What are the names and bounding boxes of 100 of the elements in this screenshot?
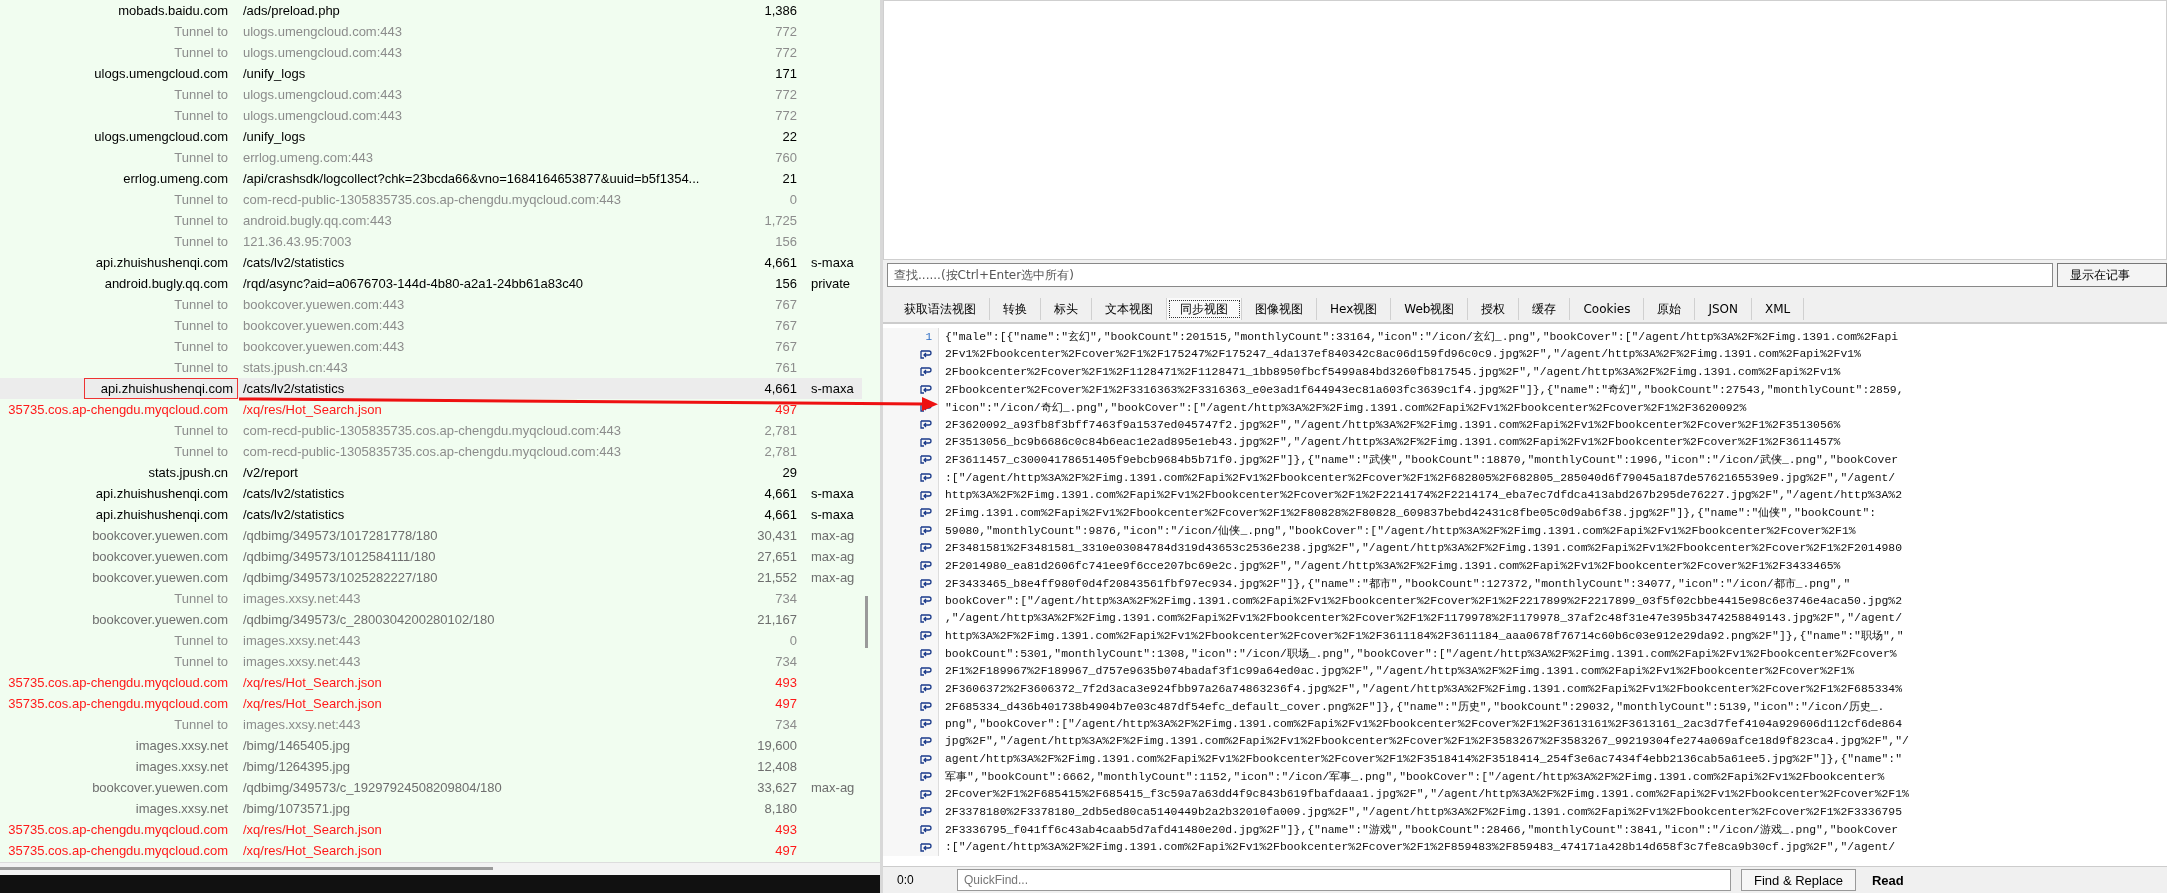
session-row[interactable]: Tunnel to images.xxsy.net:443 734	[0, 588, 862, 609]
session-row[interactable]: ulogs.umengcloud.com /unify_logs 22	[0, 126, 862, 147]
url-cell-text: ulogs.umengcloud.com:443	[243, 87, 403, 102]
caching-cell: s-maxa	[811, 507, 854, 522]
session-row[interactable]: api.zhuishushenqi.com /cats/lv2/statistics 4,661 s-maxa	[0, 483, 862, 504]
host-cell: bookcover.yuewen.com	[92, 612, 228, 627]
size-cell-text: 1,725	[763, 213, 797, 228]
line-wrap-icon	[920, 788, 932, 800]
session-row[interactable]: api.zhuishushenqi.com /cats/lv2/statistics 4,661 s-maxa	[0, 252, 862, 273]
session-row[interactable]: Tunnel to com-recd-public-1305835735.cos.ap-chengdu.myqcloud.com:443 2,781	[0, 420, 862, 441]
host-cell: images.xxsy.net	[135, 759, 228, 774]
line-wrap-icon	[920, 612, 932, 624]
size-cell-text: 760	[774, 150, 797, 165]
session-row[interactable]: bookcover.yuewen.com /qdbimg/349573/c_2800304200280102/180 21,167	[0, 609, 862, 630]
session-row[interactable]: ulogs.umengcloud.com /unify_logs 171	[0, 63, 862, 84]
size-cell-text: 8,180	[763, 801, 797, 816]
code-line: 2F3611457_c30004178651405f9ebcb9684b5b71f0.jpg%2F"]},{"name":"武侠","bookCount":18870,"monthlyCount":1996,"icon":"/icon/武侠_.png","bookCover	[944, 453, 1899, 468]
size-cell-text: 33,627	[756, 780, 797, 795]
url-cell-text: /bimg/1073571.jpg	[243, 801, 351, 816]
session-row[interactable]: Tunnel to com-recd-public-1305835735.cos.ap-chengdu.myqcloud.com:443 0	[0, 189, 862, 210]
quickfind-field[interactable]: QuickFind...	[957, 869, 1731, 891]
session-row[interactable]: 35735.cos.ap-chengdu.myqcloud.com /xq/res/Hot_Search.json 493	[0, 819, 862, 840]
session-row[interactable]: mobads.baidu.com /ads/preload.php 1,386	[0, 0, 862, 21]
session-row[interactable]: Tunnel to ulogs.umengcloud.com:443 772	[0, 105, 862, 126]
code-line: http%3A%2F%2Fimg.1391.com%2Fapi%2Fv1%2Fbookcenter%2Fcover%2F1%2F2214174%2F2214174_eba7ec7dfdca413abd267b295de76227.jpg%2F","/agent/http%3A%2	[944, 489, 1902, 502]
session-row[interactable]: android.bugly.qq.com /rqd/async?aid=a0676703-144d-4b80-a2a1-24bb61a83c40 156 private	[0, 273, 862, 294]
code-line: {"male":[{"name":"玄幻","bookCount":201515,"monthlyCount":33164,"icon":"/icon/玄幻_.png","bookCover":["/agent/http%3A%2F%2Fimg.1391.com%2Fapi	[944, 330, 1899, 345]
session-row[interactable]: 35735.cos.ap-chengdu.myqcloud.com /xq/res/Hot_Search.json 497	[0, 399, 862, 420]
line-wrap-icon	[920, 436, 932, 448]
scrollbar[interactable]	[865, 596, 868, 648]
size-cell-text: 27,651	[756, 549, 797, 564]
session-row[interactable]: 35735.cos.ap-chengdu.myqcloud.com /xq/res/Hot_Search.json 497	[0, 840, 862, 861]
session-row[interactable]: errlog.umeng.com /api/crashsdk/logcollect?chk=23bcda66&vno=1684164653877&uuid=b5f1354... 21	[0, 168, 862, 189]
url-cell-text: /qdbimg/349573/1025282227/180	[243, 570, 439, 585]
code-line: 2Fbookcenter%2Fcover%2F1%2F3316363%2F3316363_e0e3ad1f644943ec81a603fc3639c1f4.jpg%2F"]},{"name":"奇幻","bookCount":27543,"monthlyCount":2859,	[944, 383, 1904, 398]
session-row[interactable]: 35735.cos.ap-chengdu.myqcloud.com /xq/res/Hot_Search.json 493	[0, 672, 862, 693]
session-row[interactable]: Tunnel to 121.36.43.95:7003 156	[0, 231, 862, 252]
session-row[interactable]: Tunnel to android.bugly.qq.com:443 1,725	[0, 210, 862, 231]
find-replace-button[interactable]: Find & Replace	[1741, 869, 1856, 891]
session-row[interactable]: Tunnel to images.xxsy.net:443 734	[0, 714, 862, 735]
host-cell: Tunnel to	[174, 318, 228, 333]
session-row[interactable]: bookcover.yuewen.com /qdbimg/349573/c_19297924508209804/180 33,627 max-ag	[0, 777, 862, 798]
code-line: jpg%2F","/agent/http%3A%2F%2Fimg.1391.com%2Fapi%2Fv1%2Fbookcenter%2Fcover%2F1%2F3583267%2F3583267_99219304fe274a069afce18d9f823ca4.jpg%2F","/	[944, 735, 1909, 748]
notepad-button[interactable]: 显示在记事	[2057, 263, 2167, 287]
session-row[interactable]: Tunnel to errlog.umeng.com:443 760	[0, 147, 862, 168]
size-cell-text: 21,552	[756, 570, 797, 585]
line-wrap-icon	[920, 472, 932, 484]
line-wrap-icon	[920, 648, 932, 659]
session-row[interactable]: images.xxsy.net /bimg/1073571.jpg 8,180	[0, 798, 862, 819]
session-row[interactable]: Tunnel to bookcover.yuewen.com:443 767	[0, 336, 862, 357]
url-cell-text: /v2/report	[243, 465, 299, 480]
session-row[interactable]: api.zhuishushenqi.com /cats/lv2/statistics 4,661 s-maxa	[0, 504, 862, 525]
url-cell-text: bookcover.yuewen.com:443	[243, 318, 406, 333]
host-cell: api.zhuishushenqi.com	[95, 486, 228, 501]
session-row[interactable]: images.xxsy.net /bimg/1264395.jpg 12,408	[0, 756, 862, 777]
line-wrap-icon	[920, 366, 932, 378]
session-row[interactable]: Tunnel to ulogs.umengcloud.com:443 772	[0, 42, 862, 63]
session-row[interactable]: Tunnel to ulogs.umengcloud.com:443 772	[0, 21, 862, 42]
size-cell-text: 30,431	[756, 528, 797, 543]
session-row[interactable]: images.xxsy.net /bimg/1465405.jpg 19,600	[0, 735, 862, 756]
scrollbar[interactable]	[0, 867, 493, 870]
line-wrap-icon	[920, 595, 932, 607]
code-line: 2Fbookcenter%2Fcover%2F1%2F1128471%2F1128471_1bb8950fbcf5499a84bd3260fb817545.jpg%2F","/agent/http%3A%2F%2Fimg.1391.com%2Fapi%2Fv1%	[944, 366, 1841, 378]
host-cell: Tunnel to	[174, 339, 228, 354]
url-cell-text: /xq/res/Hot_Search.json	[243, 402, 383, 417]
session-row[interactable]: 35735.cos.ap-chengdu.myqcloud.com /xq/res/Hot_Search.json 497	[0, 693, 862, 714]
url-cell-text: ulogs.umengcloud.com:443	[243, 45, 403, 60]
size-cell-text: 761	[774, 360, 797, 375]
size-cell-text: 29	[781, 465, 797, 480]
session-row[interactable]: api.zhuishushenqi.com /cats/lv2/statistics 4,661 s-maxa	[0, 378, 862, 399]
caching-cell: max-ag	[811, 570, 855, 585]
line-wrap-icon	[920, 454, 932, 466]
session-row[interactable]: stats.jpush.cn /v2/report 29	[0, 462, 862, 483]
find-field[interactable]: 查找......(按Ctrl+Enter选中所有)	[887, 263, 2053, 287]
line-wrap-icon	[920, 577, 932, 589]
size-cell-text: 2,781	[763, 444, 797, 459]
session-row[interactable]: Tunnel to images.xxsy.net:443 734	[0, 651, 862, 672]
size-cell-text: 497	[774, 696, 797, 711]
session-row[interactable]: Tunnel to images.xxsy.net:443 0	[0, 630, 862, 651]
view-tab[interactable]: 同步视图	[1167, 298, 1242, 320]
session-row[interactable]: bookcover.yuewen.com /qdbimg/349573/1017281778/180 30,431 max-ag	[0, 525, 862, 546]
size-cell-text: 171	[774, 66, 797, 81]
session-row[interactable]: Tunnel to bookcover.yuewen.com:443 767	[0, 294, 862, 315]
session-row[interactable]: Tunnel to com-recd-public-1305835735.cos.ap-chengdu.myqcloud.com:443 2,781	[0, 441, 862, 462]
session-row[interactable]: bookcover.yuewen.com /qdbimg/349573/1025282227/180 21,552 max-ag	[0, 567, 862, 588]
code-line: 2F3620092_a93fb8f3bff7463f9a1537ed045747f2.jpg%2F","/agent/http%3A%2F%2Fimg.1391.com%2Fapi%2Fv1%2Fbookcenter%2Fcover%2F1%2F3513056%	[944, 418, 1841, 431]
code-line: 2F3481581%2F3481581_3310e03084784d319d43653c2536e238.jpg%2F","/agent/http%3A%2F%2Fimg.1391.com%2Fapi%2Fv1%2Fbookcenter%2Fcover%2F1%2F2014980	[944, 541, 1902, 554]
session-row[interactable]: Tunnel to bookcover.yuewen.com:443 767	[0, 315, 862, 336]
url-cell-text: /cats/lv2/statistics	[243, 486, 346, 501]
session-row[interactable]: bookcover.yuewen.com /qdbimg/349573/1012584111/180 27,651 max-ag	[0, 546, 862, 567]
host-cell: 35735.cos.ap-chengdu.myqcloud.com	[8, 843, 228, 858]
size-cell-text: 21	[781, 171, 797, 186]
url-cell-text: android.bugly.qq.com:443	[243, 213, 393, 228]
size-cell-text: 4,661	[763, 507, 797, 522]
session-row[interactable]: Tunnel to stats.jpush.cn:443 761	[0, 357, 862, 378]
url-cell-text: /cats/lv2/statistics	[243, 507, 346, 522]
session-row[interactable]: Tunnel to ulogs.umengcloud.com:443 772	[0, 84, 862, 105]
size-cell-text: 772	[774, 108, 797, 123]
caching-cell: max-ag	[811, 549, 855, 564]
code-line: ,"/agent/http%3A%2F%2Fimg.1391.com%2Fapi%2Fv1%2Fbookcenter%2Fcover%2F1%2F1179978%2F1179978_37af2c48f31e47e395b3474258849143.jpg%2F","/agent/	[944, 612, 1902, 625]
